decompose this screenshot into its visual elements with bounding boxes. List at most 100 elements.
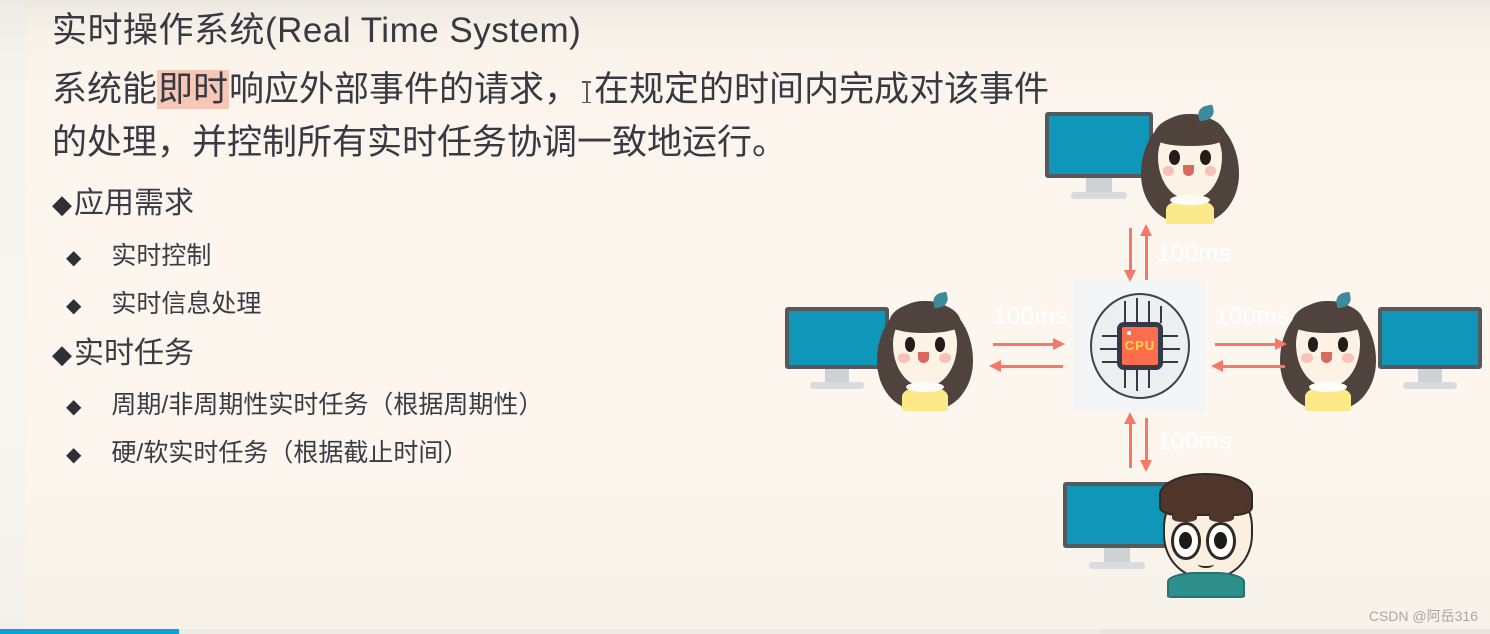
arrow-shaft-left-in xyxy=(993,343,1055,346)
list-item-label: 硬/软实时任务（根据截止时间） xyxy=(111,439,469,468)
circuit-trace xyxy=(1148,301,1150,323)
page-title: 实时操作系统(Real Time System) xyxy=(52,11,582,50)
eyebrow xyxy=(1172,512,1197,523)
eye xyxy=(934,336,946,352)
arrow-shaft-bottom-up xyxy=(1129,422,1132,468)
eyebrow xyxy=(1209,512,1234,523)
cheek xyxy=(1204,166,1217,176)
monitor-screen xyxy=(1045,112,1153,178)
monitor-neck xyxy=(1086,178,1112,192)
latency-label-top: 100ms xyxy=(1157,240,1232,267)
arrow-head-left-out xyxy=(989,360,1001,372)
paragraph-text-pre: 系统能 xyxy=(52,70,158,110)
section-heading-label: 应用需求 xyxy=(74,187,194,221)
cheek xyxy=(1301,353,1313,363)
cpu-label: CPU xyxy=(1124,338,1156,354)
mouth xyxy=(1197,560,1215,568)
circuit-trace xyxy=(1148,369,1150,389)
shirt xyxy=(1167,572,1245,598)
arrow-shaft-top-up xyxy=(1145,234,1148,280)
circuit-trace xyxy=(1162,360,1178,363)
circuit-trace xyxy=(1102,335,1118,338)
cpu-chip: CPU xyxy=(1117,321,1163,371)
eye xyxy=(1179,531,1193,549)
avatar xyxy=(1155,470,1257,598)
circuit-trace xyxy=(1136,369,1138,391)
glasses-icon xyxy=(1171,522,1201,560)
arrow-shaft-bottom-down xyxy=(1145,418,1148,464)
collar xyxy=(1170,194,1210,206)
monitor-icon xyxy=(785,307,889,389)
latency-label-bottom: 100ms xyxy=(1157,428,1232,455)
circuit-trace xyxy=(1124,301,1126,323)
cheek xyxy=(898,353,910,363)
circuit-trace xyxy=(1102,360,1118,363)
watermark: CSDN @阿岳316 xyxy=(1368,608,1478,624)
diamond-bullet-icon: ◆ xyxy=(66,396,82,419)
arrow-shaft-right-in xyxy=(1223,365,1285,368)
mouth xyxy=(1321,352,1332,363)
cheek xyxy=(1162,166,1175,176)
section-heading-label: 实时任务 xyxy=(74,336,194,370)
glasses-icon xyxy=(1206,522,1236,560)
definition-paragraph-line1: 系统能即时响应外部事件的请求， 在规定的时间内完成对该事件 xyxy=(52,64,1049,117)
monitor-icon xyxy=(1378,307,1482,389)
section-heading-application-needs: ◆ 应用需求 xyxy=(52,185,822,223)
monitor-base xyxy=(1403,382,1457,389)
realtime-system-diagram: CPU 100ms 100ms 100ms 100ms xyxy=(775,88,1490,608)
client-node-top xyxy=(1045,104,1250,226)
monitor-base xyxy=(810,382,864,389)
left-edge-strip xyxy=(0,0,26,634)
mouth xyxy=(1183,165,1194,176)
cheek xyxy=(939,353,951,363)
circuit-trace xyxy=(1124,369,1126,389)
monitor-base xyxy=(1071,192,1127,199)
list-item-label: 周期/非周期性实时任务（根据周期性） xyxy=(111,391,544,420)
section-heading-realtime-tasks: ◆ 实时任务 xyxy=(52,335,822,373)
arrow-head-bottom-down xyxy=(1140,460,1152,472)
monitor-screen xyxy=(1378,307,1482,369)
diamond-bullet-icon: ◆ xyxy=(66,444,82,467)
arrow-head-left-in xyxy=(1053,338,1065,350)
cheek xyxy=(1342,353,1354,363)
circuit-trace xyxy=(1160,305,1162,323)
list-item: ◆ 周期/非周期性实时任务（根据周期性） xyxy=(52,390,822,420)
eye xyxy=(1337,336,1349,352)
circuit-trace xyxy=(1162,348,1180,351)
avatar xyxy=(1280,291,1376,411)
arrow-head-bottom-up xyxy=(1124,412,1136,424)
circuit-trace xyxy=(1136,298,1138,323)
latency-label-right: 100ms xyxy=(1215,303,1290,330)
arrow-head-top-up xyxy=(1140,224,1152,236)
hair xyxy=(1159,472,1253,517)
video-progress-fill xyxy=(0,629,179,634)
latency-label-left: 100ms xyxy=(993,303,1068,330)
diamond-bullet-icon: ◆ xyxy=(66,294,82,317)
diamond-bullet-icon: ◆ xyxy=(52,189,72,220)
circuit-trace xyxy=(1162,335,1178,338)
list-item: ◆ 实时信息处理 xyxy=(52,289,822,319)
monitor-icon xyxy=(1045,112,1153,199)
arrow-head-right-out xyxy=(1275,338,1287,350)
monitor-base xyxy=(1089,562,1145,569)
arrow-shaft-left-out xyxy=(1001,365,1063,368)
cpu-icon: CPU xyxy=(1090,293,1190,399)
arrow-head-top-down xyxy=(1124,270,1136,282)
fringe xyxy=(1153,115,1227,147)
client-node-left xyxy=(785,291,990,415)
monitor-neck xyxy=(1104,548,1130,562)
fringe xyxy=(1292,302,1364,334)
text-cursor-icon xyxy=(582,79,592,105)
collar xyxy=(1308,381,1348,393)
list-item-label: 实时信息处理 xyxy=(111,289,262,318)
fringe xyxy=(889,302,961,334)
avatar xyxy=(877,291,973,411)
chip-indicator-dot xyxy=(1127,331,1131,336)
paragraph-text-mid: 响应外部事件的请求， xyxy=(229,70,580,110)
video-progress-bar[interactable] xyxy=(0,629,1490,634)
mouth xyxy=(918,352,929,363)
client-node-right xyxy=(1280,291,1485,415)
slide-text-column: 实时操作系统(Real Time System) 系统能即时响应外部事件的请求，… xyxy=(52,8,1049,468)
avatar xyxy=(1141,104,1239,224)
monitor-neck xyxy=(1418,369,1442,382)
